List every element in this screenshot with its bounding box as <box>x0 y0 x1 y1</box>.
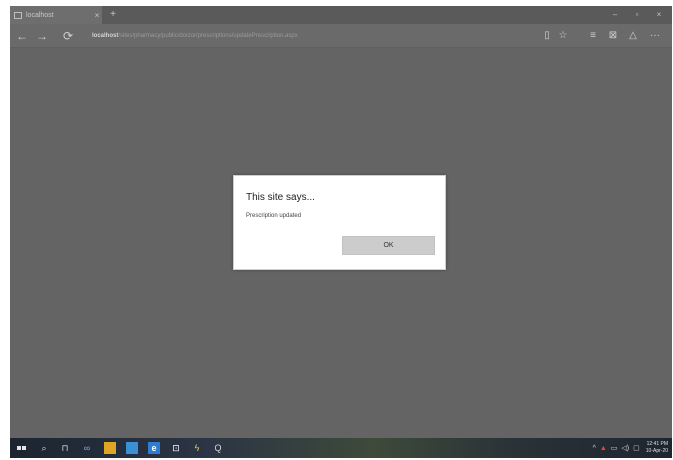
start-button[interactable] <box>16 442 28 454</box>
people-icon[interactable]: ∞ <box>80 442 94 454</box>
title-bar: localhost × + – ▫ × <box>10 6 672 24</box>
battery-icon[interactable]: ▭ <box>611 444 618 452</box>
taskbar: ⌕ ⊓ ∞ e ⊡ ϟ Q ^ ▲ ▭ ◁) ▢ 12:41 PM 10-Apr… <box>10 438 672 458</box>
magnifier-app-icon[interactable]: Q <box>212 442 224 454</box>
close-window-button[interactable]: × <box>648 6 670 24</box>
ok-button[interactable]: OK <box>342 236 435 255</box>
dialog-message: Prescription updated <box>246 213 302 219</box>
notifications-icon[interactable]: ▢ <box>633 444 640 452</box>
clock-time: 12:41 PM <box>646 441 668 447</box>
tab-close-icon[interactable]: × <box>92 11 102 20</box>
edge-browser-icon[interactable]: e <box>148 442 160 454</box>
system-tray: ^ ▲ ▭ ◁) ▢ 12:41 PM 10-Apr-20 <box>593 440 668 456</box>
address-path: /sites/pharmacy/public/doctor/prescripti… <box>118 33 298 39</box>
window-controls: – ▫ × <box>604 6 670 24</box>
page-icon <box>14 11 22 19</box>
address-host: localhost <box>92 33 119 39</box>
dialog-title: This site says... <box>246 192 315 203</box>
search-icon[interactable]: ⌕ <box>38 442 50 454</box>
volume-icon[interactable]: ◁) <box>621 444 629 452</box>
tab-title: localhost <box>26 11 54 19</box>
power-app-icon[interactable]: ϟ <box>192 442 202 454</box>
back-button[interactable]: ← <box>14 28 30 44</box>
page-content: This site says... Prescription updated O… <box>10 48 672 438</box>
clock[interactable]: 12:41 PM 10-Apr-20 <box>646 441 668 455</box>
refresh-button[interactable]: ⟳ <box>60 28 76 44</box>
minimize-button[interactable]: – <box>604 6 626 24</box>
file-explorer-icon[interactable] <box>126 442 138 454</box>
address-bar[interactable]: localhost/sites/pharmacy/public/doctor/p… <box>92 30 532 42</box>
navigation-bar: ← → ⟳ localhost/sites/pharmacy/public/do… <box>10 24 672 48</box>
screen: localhost × + – ▫ × ← → ⟳ localhost/site… <box>10 6 672 458</box>
web-note-icon[interactable]: ⊠ <box>606 29 620 43</box>
maximize-button[interactable]: ▫ <box>626 6 648 24</box>
more-icon[interactable]: ··· <box>648 29 662 43</box>
alert-dialog: This site says... Prescription updated O… <box>233 175 446 270</box>
forward-button[interactable]: → <box>34 28 50 44</box>
reading-view-icon[interactable]: ▯ <box>540 29 554 43</box>
browser-tab[interactable]: localhost × <box>10 6 102 24</box>
favorite-star-icon[interactable]: ☆ <box>556 29 570 43</box>
antivirus-icon[interactable]: ▲ <box>600 445 607 452</box>
share-icon[interactable]: △ <box>626 29 640 43</box>
clock-date: 10-Apr-20 <box>645 448 668 454</box>
tray-chevron-icon[interactable]: ^ <box>593 445 596 452</box>
sublime-app-icon[interactable] <box>104 442 116 454</box>
hub-icon[interactable]: ≡ <box>586 29 600 43</box>
task-view-icon[interactable]: ⊓ <box>58 442 72 454</box>
store-icon[interactable]: ⊡ <box>170 442 182 454</box>
new-tab-button[interactable]: + <box>106 8 120 22</box>
